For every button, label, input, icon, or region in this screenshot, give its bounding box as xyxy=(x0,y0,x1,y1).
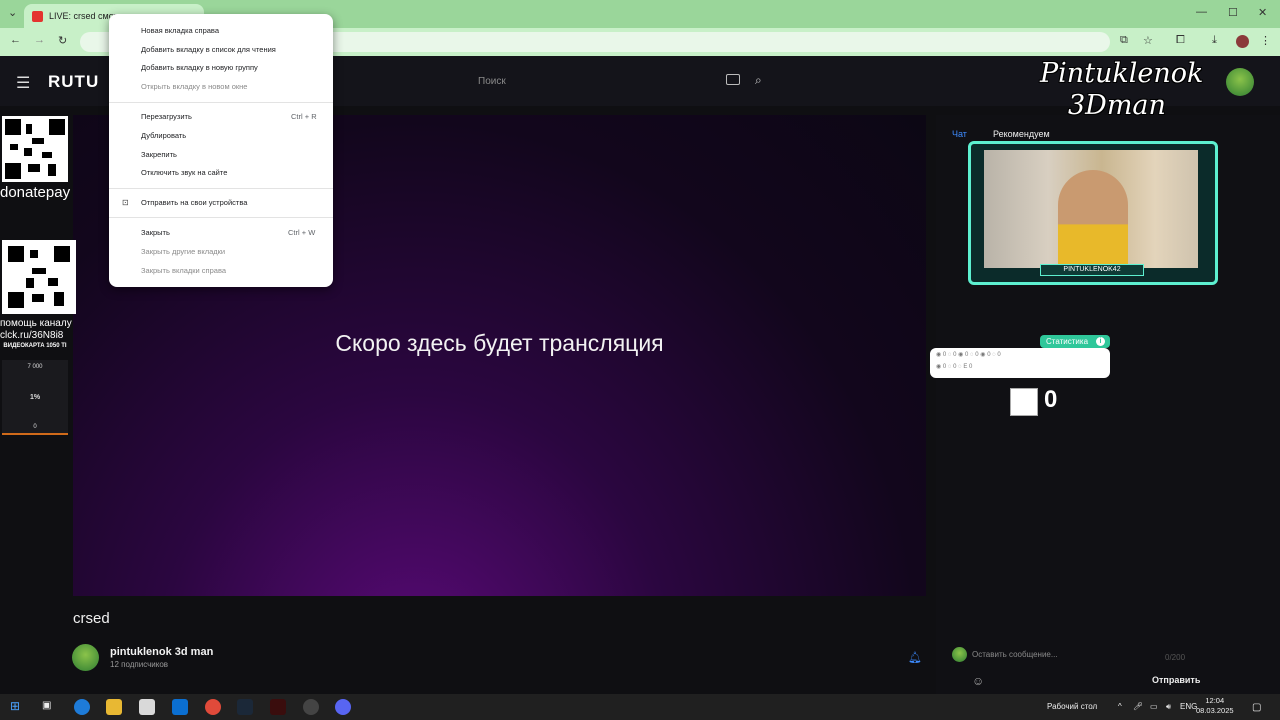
obs-icon[interactable] xyxy=(303,699,319,715)
menu-close[interactable]: Закрыть xyxy=(141,228,170,237)
help-line-1: помощь каналу xyxy=(0,318,72,329)
hamburger-menu-icon[interactable]: ☰ xyxy=(16,73,30,93)
tab-search-icon[interactable]: ⌄ xyxy=(8,6,17,19)
back-icon[interactable]: ← xyxy=(10,34,21,46)
menu-separator xyxy=(109,188,333,189)
profile-avatar[interactable] xyxy=(1236,35,1249,48)
app-icon[interactable] xyxy=(270,699,286,715)
menu-new-tab-right[interactable]: Новая вкладка справа xyxy=(141,26,219,35)
cast-icon[interactable]: ⧉ xyxy=(1120,34,1128,47)
edge-icon[interactable] xyxy=(74,699,90,715)
store-icon[interactable] xyxy=(139,699,155,715)
search-icon[interactable]: ⌕ xyxy=(755,73,762,88)
bookmark-star-icon[interactable]: ☆ xyxy=(1143,34,1153,47)
broken-image-icon xyxy=(1010,388,1038,416)
discord-icon[interactable] xyxy=(335,699,351,715)
task-view-icon[interactable]: ▣ xyxy=(42,700,51,711)
system-clock[interactable]: 12:04 08.03.2025 xyxy=(1196,696,1234,716)
streamer-webcam-person xyxy=(1058,170,1128,268)
minimize-button[interactable]: — xyxy=(1196,6,1207,18)
maximize-button[interactable]: ☐ xyxy=(1228,6,1238,19)
menu-send-to-devices[interactable]: Отправить на свои устройства xyxy=(141,198,247,207)
menu-add-to-new-group[interactable]: Добавить вкладку в новую группу xyxy=(141,63,258,72)
stream-soon-message: Скоро здесь будет трансляция xyxy=(335,330,664,356)
help-channel-text: помощь каналу clck.ru/36N8i8 xyxy=(0,318,72,342)
chrome-icon[interactable] xyxy=(205,699,221,715)
reload-icon[interactable]: ↻ xyxy=(58,34,67,47)
extensions-icon[interactable]: ⧠ xyxy=(1176,34,1185,47)
streamer-name-line-1: Pintuklenok xyxy=(1040,58,1204,89)
forward-icon[interactable]: → xyxy=(34,34,45,46)
menu-close-other-tabs[interactable]: Закрыть другие вкладки xyxy=(141,247,225,256)
menu-close-tabs-right[interactable]: Закрыть вкладки справа xyxy=(141,266,226,275)
gpu-goal-title: ВИДЕОКАРТА 1050 TI xyxy=(3,343,67,349)
desktop-label[interactable]: Рабочий стол xyxy=(1047,702,1097,711)
menu-open-in-new-window[interactable]: Открыть вкладку в новом окне xyxy=(141,82,247,91)
network-icon[interactable]: ▭ xyxy=(1150,702,1158,711)
streamer-avatar xyxy=(1226,68,1254,96)
webcam-name-label: PINTUKLENOK42 xyxy=(1040,264,1144,276)
stats-line-1: ◉ 0 ◌ 0 ◉ 0 ◌ 0 ◉ 0 ◌ 0 xyxy=(936,352,1001,358)
help-qr-code xyxy=(2,240,76,314)
counter-value: 0 xyxy=(1044,386,1058,413)
menu-reload-shortcut: Ctrl + R xyxy=(291,112,317,121)
send-to-devices-icon: ⊡ xyxy=(122,198,129,207)
browser-menu-icon[interactable]: ⋮ xyxy=(1260,34,1271,47)
donate-qr-code xyxy=(2,116,68,182)
streamer-name-overlay: Pintuklenok 3Dman xyxy=(1040,58,1203,122)
channel-avatar[interactable] xyxy=(72,644,99,671)
menu-separator xyxy=(109,102,333,103)
mic-icon[interactable]: 🎤︎ xyxy=(1133,702,1143,711)
download-icon[interactable]: ⤓ xyxy=(1212,34,1217,47)
subscriber-count: 12 подписчиков xyxy=(110,660,169,669)
chat-message-input[interactable]: Оставить сообщение... xyxy=(972,650,1192,666)
windows-start-icon[interactable]: ⊞ xyxy=(10,699,20,713)
channel-name[interactable]: pintuklenok 3d man xyxy=(110,646,213,658)
send-button[interactable]: Отправить xyxy=(1152,675,1200,685)
streamer-name-line-2: 3Dman xyxy=(1068,90,1166,121)
site-logo[interactable]: RUTU xyxy=(48,72,99,92)
notifications-icon[interactable]: ▢ xyxy=(1252,702,1261,713)
tab-recommended[interactable]: Рекомендуем xyxy=(993,129,1050,139)
clock-time: 12:04 xyxy=(1205,696,1225,705)
gpu-goal-percent: 1% xyxy=(29,394,41,401)
gpu-goal-target: 7 000 xyxy=(27,364,43,370)
menu-close-shortcut: Ctrl + W xyxy=(288,228,316,237)
menu-reload[interactable]: Перезагрузить xyxy=(141,112,192,121)
volume-icon[interactable]: 🔊︎ xyxy=(1166,702,1171,712)
menu-pin[interactable]: Закрепить xyxy=(141,150,177,159)
clock-date: 08.03.2025 xyxy=(1196,706,1234,715)
char-counter: 0/200 xyxy=(1165,653,1186,662)
help-line-2: clck.ru/36N8i8 xyxy=(0,330,64,341)
info-icon: i xyxy=(1096,337,1105,346)
bell-icon[interactable]: 🔔︎ xyxy=(908,651,922,664)
tray-chevron-icon[interactable]: ^ xyxy=(1118,702,1122,711)
file-explorer-icon[interactable] xyxy=(106,699,122,715)
language-indicator[interactable]: ENG xyxy=(1180,702,1197,711)
close-window-button[interactable]: ✕ xyxy=(1258,6,1267,19)
mail-icon[interactable] xyxy=(172,699,188,715)
video-title: crsed xyxy=(73,610,110,627)
chat-user-avatar xyxy=(952,647,967,662)
emoji-icon[interactable]: ☺ xyxy=(972,674,984,688)
search-input[interactable]: Поиск xyxy=(478,76,506,87)
donatepay-label: donatepay xyxy=(0,184,71,201)
keyboard-icon[interactable] xyxy=(726,74,740,85)
favicon-icon xyxy=(32,10,43,22)
menu-separator xyxy=(109,217,333,218)
steam-icon[interactable] xyxy=(237,699,253,715)
gpu-goal-current: 0 xyxy=(33,424,37,430)
stats-line-2: ◉ 0 ◌ 0 ◌ E 0 xyxy=(936,364,973,370)
menu-mute-site[interactable]: Отключить звук на сайте xyxy=(141,168,227,177)
menu-add-to-reading-list[interactable]: Добавить вкладку в список для чтения xyxy=(141,45,276,54)
menu-duplicate[interactable]: Дублировать xyxy=(141,131,186,140)
tab-chat[interactable]: Чат xyxy=(952,129,967,139)
